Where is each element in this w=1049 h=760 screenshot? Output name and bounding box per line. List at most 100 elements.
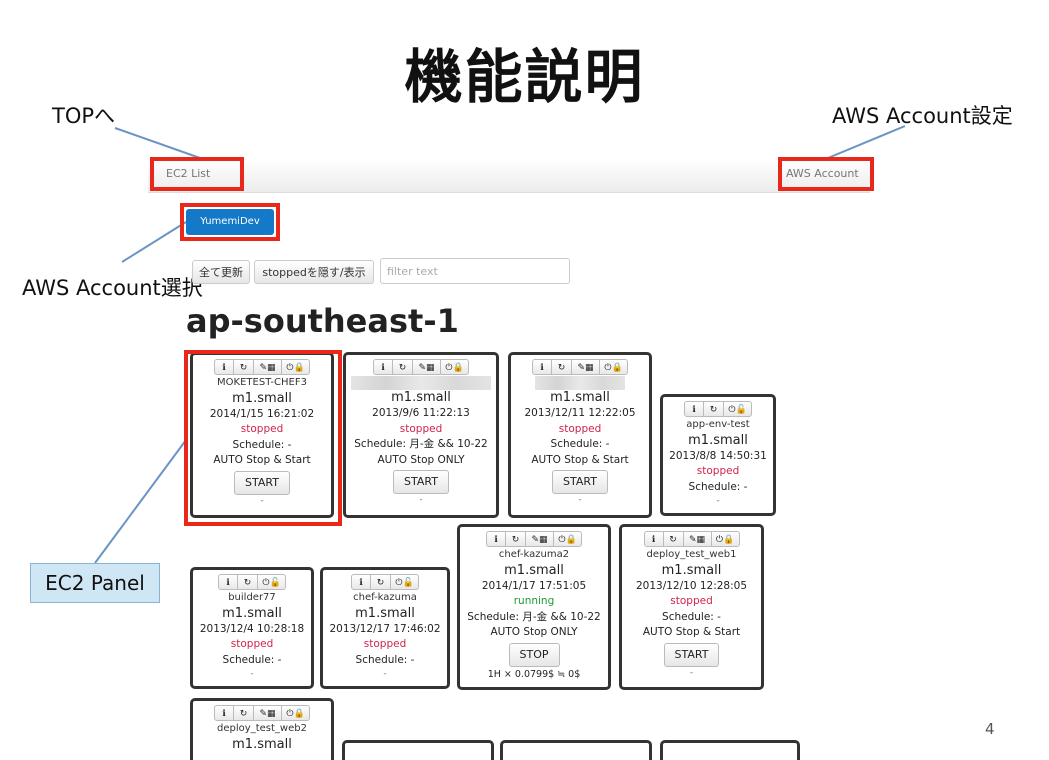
start-button[interactable]: START	[393, 470, 449, 494]
instance-status: running	[513, 595, 555, 607]
auto-lock-icon[interactable]: ⏻🔒	[441, 359, 469, 375]
instance-type: m1.small	[550, 390, 610, 405]
refresh-icon[interactable]: ↻	[393, 359, 413, 375]
panel-toolbar: ℹ ↻ ✎▦ ⏻🔒	[460, 531, 608, 547]
region-heading: ap-southeast-1	[186, 302, 459, 340]
ec2-panel-partial	[500, 740, 652, 760]
refresh-icon[interactable]: ↻	[234, 705, 254, 721]
refresh-icon[interactable]: ↻	[506, 531, 526, 547]
auto-lock-icon[interactable]: ⏻🔒	[600, 359, 628, 375]
auto-unlock-icon[interactable]: ⏻🔓	[724, 401, 752, 417]
refresh-icon[interactable]: ↻	[663, 531, 684, 547]
instance-status: stopped	[558, 422, 602, 435]
info-icon[interactable]: ℹ	[373, 359, 393, 375]
auto-unlock-icon[interactable]: ⏻🔓	[258, 574, 286, 590]
instance-type: m1.small	[688, 432, 748, 448]
refresh-icon[interactable]: ↻	[238, 574, 258, 590]
refresh-all-button[interactable]: 全て更新	[192, 260, 250, 284]
redaction-blur	[351, 376, 491, 390]
start-button[interactable]: START	[552, 470, 608, 494]
ec2-panel: ℹ ↻ ⏻🔓 chef-kazuma m1.small 2013/12/17 1…	[320, 567, 450, 689]
instance-name: app-env-test	[686, 419, 750, 430]
instance-name: chef-kazuma	[353, 592, 417, 603]
refresh-icon[interactable]: ↻	[371, 574, 391, 590]
blurred-instance-name	[346, 375, 496, 390]
blurred-instance-name	[511, 375, 649, 390]
panel-toolbar: ℹ ↻ ⏻🔓	[663, 401, 773, 417]
instance-status: stopped	[230, 638, 274, 650]
info-icon[interactable]: ℹ	[532, 359, 552, 375]
auto-lock-icon[interactable]: ⏻🔒	[282, 705, 310, 721]
instance-name: chef-kazuma2	[498, 549, 570, 560]
info-icon[interactable]: ℹ	[684, 401, 704, 417]
schedule-text: Schedule: -	[550, 438, 610, 450]
info-icon[interactable]: ℹ	[214, 705, 234, 721]
schedule-edit-icon[interactable]: ✎▦	[572, 359, 600, 375]
instance-name: deploy_test_web1	[646, 549, 737, 560]
cost-estimate: 1H × 0.0799$ ≒ 0$	[487, 668, 581, 680]
schedule-edit-icon[interactable]: ✎▦	[413, 359, 441, 375]
ec2-panel-partial	[342, 740, 494, 760]
panel-toolbar: ℹ ↻ ✎▦ ⏻🔒	[622, 531, 761, 547]
ec2-panel: ℹ ↻ ⏻🔓 builder77 m1.small 2013/12/4 10:2…	[190, 567, 314, 689]
highlight-ec2-panel	[184, 350, 342, 526]
ec2-panel: ℹ ↻ ✎▦ ⏻🔒 m1.small 2013/9/6 11:22:13 sto…	[343, 352, 499, 518]
panel-footer: -	[689, 667, 694, 678]
schedule-text: Schedule: 月-金 && 10-22	[354, 438, 488, 450]
instance-status: stopped	[363, 638, 407, 650]
start-button[interactable]: START	[663, 642, 720, 667]
instance-status: stopped	[399, 422, 443, 435]
auto-unlock-icon[interactable]: ⏻🔓	[391, 574, 419, 590]
launch-time: 2013/9/6 11:22:13	[372, 407, 470, 419]
connector-top	[114, 127, 201, 159]
auto-mode: AUTO Stop ONLY	[490, 626, 578, 638]
toggle-stopped-button[interactable]: stoppedを隠す/表示	[254, 260, 374, 284]
instance-status: stopped	[696, 465, 740, 477]
page-number: 4	[985, 720, 995, 738]
auto-lock-icon[interactable]: ⏻🔒	[554, 531, 582, 547]
panel-footer: -	[716, 496, 720, 506]
schedule-text: Schedule: -	[355, 653, 415, 666]
ec2-panel-partial	[660, 740, 800, 760]
launch-time: 2014/1/17 17:51:05	[481, 579, 587, 592]
auto-lock-icon[interactable]: ⏻🔒	[711, 531, 740, 547]
info-icon[interactable]: ℹ	[351, 574, 371, 590]
instance-type: m1.small	[232, 736, 292, 752]
ec2-panel: ℹ ↻ ✎▦ ⏻🔒 deploy_test_web1 m1.small 2013…	[619, 524, 764, 690]
highlight-account-select	[180, 203, 280, 241]
panel-footer: -	[578, 495, 582, 505]
launch-time: 2013/12/4 10:28:18	[199, 622, 305, 635]
panel-footer: -	[383, 669, 387, 679]
instance-status: stopped	[670, 595, 713, 607]
schedule-text: Schedule: -	[222, 653, 282, 666]
instance-type: m1.small	[355, 605, 415, 621]
info-icon[interactable]: ℹ	[486, 531, 506, 547]
instance-name: builder77	[228, 592, 276, 603]
schedule-edit-icon[interactable]: ✎▦	[254, 705, 282, 721]
info-icon[interactable]: ℹ	[218, 574, 238, 590]
instance-type: m1.small	[661, 562, 722, 578]
auto-mode: AUTO Stop & Start	[531, 453, 629, 466]
connector-account-select	[121, 221, 187, 263]
stop-button[interactable]: STOP	[508, 642, 560, 667]
instance-type: m1.small	[391, 390, 451, 405]
info-icon[interactable]: ℹ	[643, 531, 664, 547]
ec2-panel: ℹ ↻ ✎▦ ⏻🔒 m1.small 2013/12/11 12:22:05 s…	[508, 352, 652, 518]
highlight-brand	[150, 157, 244, 191]
panel-toolbar: ℹ ↻ ✎▦ ⏻🔒	[511, 359, 649, 375]
redaction-blur	[535, 376, 625, 390]
refresh-icon[interactable]: ↻	[704, 401, 724, 417]
auto-mode: AUTO Stop ONLY	[377, 453, 465, 466]
navbar	[148, 158, 870, 193]
ec2-panel: ℹ ↻ ⏻🔓 app-env-test m1.small 2013/8/8 14…	[660, 394, 776, 516]
panel-footer: -	[419, 495, 423, 505]
filter-input[interactable]: filter text	[380, 258, 570, 284]
highlight-account-link	[778, 157, 874, 191]
schedule-text: Schedule: -	[688, 480, 748, 493]
schedule-text: Schedule: 月-金 && 10-22	[467, 610, 601, 623]
schedule-edit-icon[interactable]: ✎▦	[683, 531, 712, 547]
panel-footer: -	[250, 669, 254, 679]
launch-time: 2013/12/10 12:28:05	[635, 579, 747, 592]
schedule-edit-icon[interactable]: ✎▦	[526, 531, 554, 547]
refresh-icon[interactable]: ↻	[552, 359, 572, 375]
